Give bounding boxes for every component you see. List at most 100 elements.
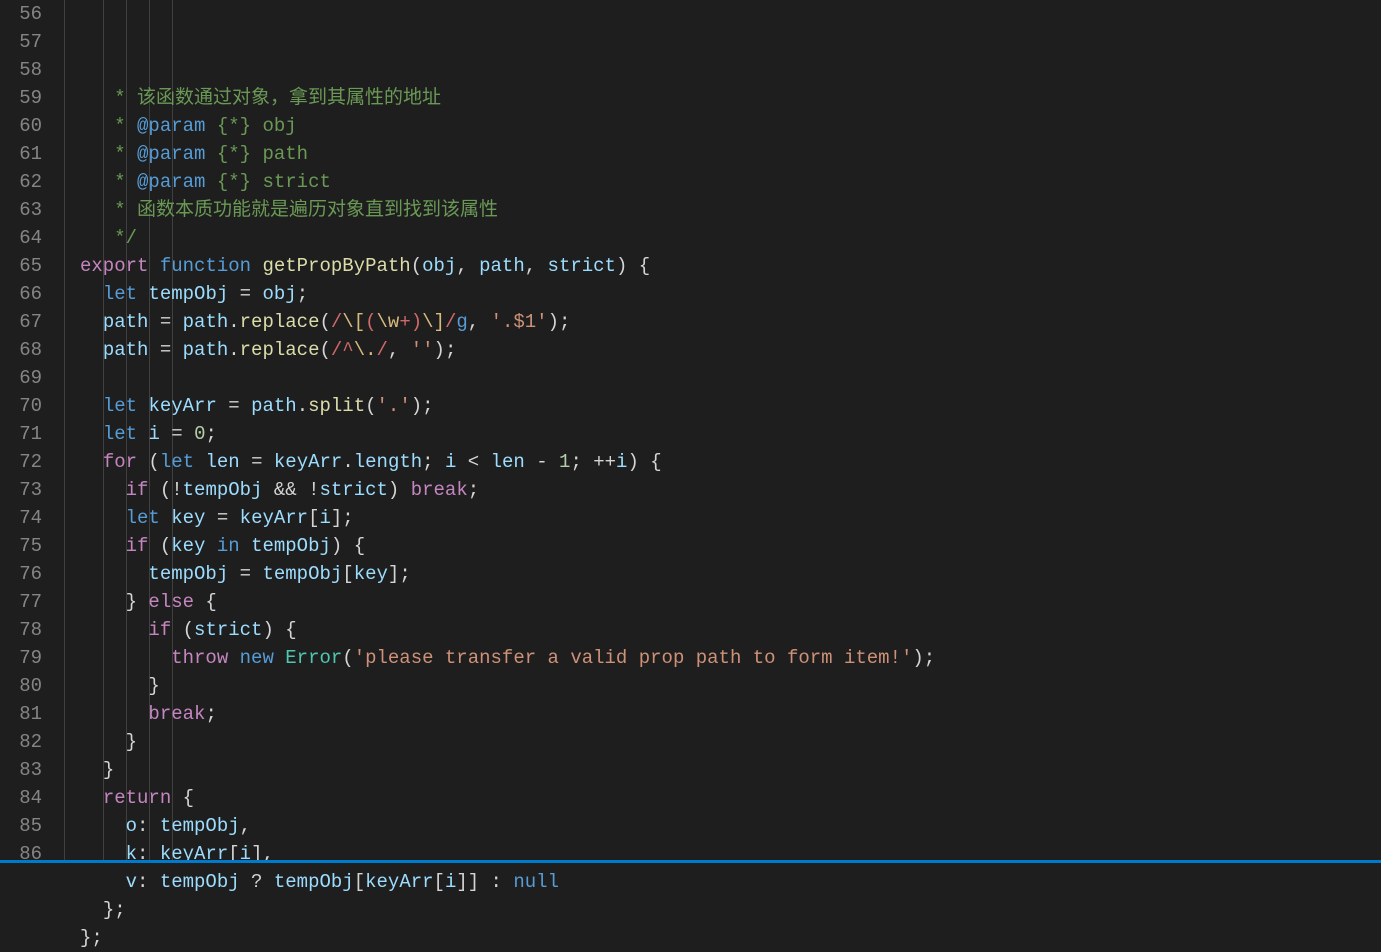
code-line[interactable]: k: keyArr[i], — [80, 840, 1381, 868]
token: keyArr — [365, 871, 433, 893]
line-number: 84 — [0, 784, 42, 812]
token: i — [320, 507, 331, 529]
token: [ — [342, 563, 353, 585]
code-line[interactable]: if (!tempObj && !strict) break; — [80, 476, 1381, 504]
token: i — [616, 451, 627, 473]
token: ( — [171, 619, 194, 641]
line-number: 82 — [0, 728, 42, 756]
code-line[interactable]: path = path.replace(/^\./, ''); — [80, 336, 1381, 364]
line-number: 60 — [0, 112, 42, 140]
token: ) { — [616, 255, 650, 277]
code-line[interactable] — [80, 364, 1381, 392]
code-line[interactable]: throw new Error('please transfer a valid… — [80, 644, 1381, 672]
line-number: 81 — [0, 700, 42, 728]
code-line[interactable]: * @param {*} path — [80, 140, 1381, 168]
line-number: 62 — [0, 168, 42, 196]
token: ) { — [627, 451, 661, 473]
code-line[interactable]: * @param {*} obj — [80, 112, 1381, 140]
token: obj — [262, 283, 296, 305]
token: ) { — [331, 535, 365, 557]
code-line[interactable]: }; — [80, 896, 1381, 924]
code-line[interactable]: v: tempObj ? tempObj[keyArr[i]] : null — [80, 868, 1381, 896]
line-number: 68 — [0, 336, 42, 364]
token: Error — [285, 647, 342, 669]
token: [ — [434, 871, 445, 893]
line-number: 74 — [0, 504, 42, 532]
token: tempObj — [160, 815, 240, 837]
code-line[interactable]: if (strict) { — [80, 616, 1381, 644]
token: ); — [548, 311, 571, 333]
token: tempObj — [183, 479, 263, 501]
token: (! — [148, 479, 182, 501]
token: o — [126, 815, 137, 837]
code-line[interactable]: path = path.replace(/\[(\w+)\]/g, '.$1')… — [80, 308, 1381, 336]
code-line[interactable]: */ — [80, 224, 1381, 252]
token: '.$1' — [491, 311, 548, 333]
token: strict — [194, 619, 262, 641]
token: 1 — [559, 451, 570, 473]
token: key — [171, 535, 205, 557]
line-number: 69 — [0, 364, 42, 392]
token — [251, 255, 262, 277]
token — [137, 283, 148, 305]
line-number: 79 — [0, 644, 42, 672]
code-line[interactable]: } — [80, 756, 1381, 784]
token: = — [240, 451, 274, 473]
code-line[interactable]: } — [80, 728, 1381, 756]
code-line[interactable]: * 函数本质功能就是遍历对象直到找到该属性 — [80, 196, 1381, 224]
token: = — [205, 507, 239, 529]
token: [ — [308, 507, 319, 529]
code-line[interactable]: return { — [80, 784, 1381, 812]
token: = — [228, 563, 262, 585]
token: let — [103, 423, 137, 445]
code-line[interactable]: * @param {*} strict — [80, 168, 1381, 196]
token: / — [445, 311, 456, 333]
token: tempObj — [262, 563, 342, 585]
code-editor[interactable]: 5657585960616263646566676869707172737475… — [0, 0, 1381, 863]
token: ( — [319, 311, 330, 333]
code-line[interactable]: if (key in tempObj) { — [80, 532, 1381, 560]
code-line[interactable]: tempObj = tempObj[key]; — [80, 560, 1381, 588]
token: ; — [422, 451, 445, 473]
code-line[interactable]: export function getPropByPath(obj, path,… — [80, 252, 1381, 280]
line-number: 64 — [0, 224, 42, 252]
code-line[interactable]: } — [80, 672, 1381, 700]
token: function — [160, 255, 251, 277]
line-number: 73 — [0, 476, 42, 504]
code-line[interactable]: break; — [80, 700, 1381, 728]
line-number: 71 — [0, 420, 42, 448]
code-line[interactable]: } else { — [80, 588, 1381, 616]
token: ( — [365, 311, 376, 333]
code-line[interactable]: let keyArr = path.split('.'); — [80, 392, 1381, 420]
token: ) { — [262, 619, 296, 641]
token: } — [148, 675, 159, 697]
token: , — [525, 255, 548, 277]
line-number: 83 — [0, 756, 42, 784]
line-number: 57 — [0, 28, 42, 56]
code-area[interactable]: * 该函数通过对象，拿到其属性的地址 * @param {*} obj * @p… — [80, 0, 1381, 863]
token: . — [297, 395, 308, 417]
token: } — [103, 759, 114, 781]
token: \[ — [342, 311, 365, 333]
code-line[interactable]: let tempObj = obj; — [80, 280, 1381, 308]
token: for — [103, 451, 137, 473]
code-line[interactable]: }; — [80, 924, 1381, 952]
token: tempObj — [251, 535, 331, 557]
line-number: 61 — [0, 140, 42, 168]
code-line[interactable]: for (let len = keyArr.length; i < len - … — [80, 448, 1381, 476]
token: '.' — [377, 395, 411, 417]
token: \w — [377, 311, 400, 333]
token: {*} obj — [205, 115, 296, 137]
token: = — [228, 283, 262, 305]
line-number: 80 — [0, 672, 42, 700]
line-number: 85 — [0, 812, 42, 840]
code-line[interactable]: let i = 0; — [80, 420, 1381, 448]
code-line[interactable]: * 该函数通过对象，拿到其属性的地址 — [80, 84, 1381, 112]
token: i — [148, 423, 159, 445]
token: ); — [434, 339, 457, 361]
code-line[interactable]: let key = keyArr[i]; — [80, 504, 1381, 532]
token: , — [240, 815, 251, 837]
token — [274, 647, 285, 669]
token: key — [354, 563, 388, 585]
code-line[interactable]: o: tempObj, — [80, 812, 1381, 840]
